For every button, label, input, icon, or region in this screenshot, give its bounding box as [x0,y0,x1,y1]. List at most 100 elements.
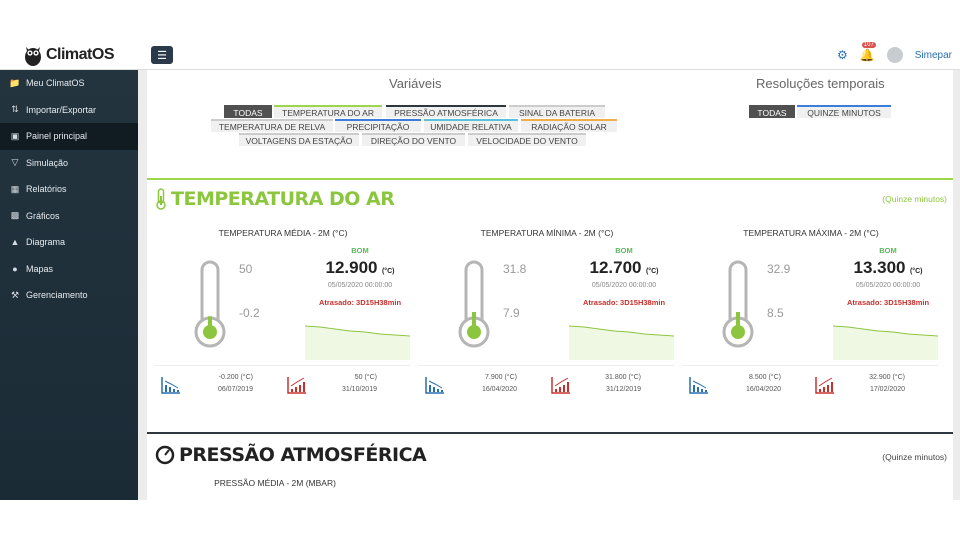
sidebar-item-label: Meu ClimatOS [26,78,85,89]
variable-chip[interactable]: TEMPERATURA DO AR [274,105,382,118]
hamburger-icon: ☰ [157,49,167,62]
max-record-number: 31.800 [605,374,627,381]
min-history-chart-icon[interactable] [161,376,181,394]
owl-logo-icon [24,47,41,66]
sidebar-item-mapas[interactable]: ● Mapas [0,256,138,283]
current-value: 12.900 (°C) [305,258,415,278]
brand-name: ClimatOS [45,46,115,63]
sparkline-chart[interactable] [305,322,410,360]
variable-chip[interactable]: DIREÇÃO DO VENTO [362,133,465,146]
variable-chip[interactable]: TEMPERATURA DE RELVA [211,119,333,132]
current-value: 13.300 (°C) [833,258,943,278]
sidebar-item-gerenciamento[interactable]: ⚒ Gerenciamento [0,282,138,309]
thermometer-gauge [458,260,490,348]
sidebar-item-diagrama[interactable]: ▲ Diagrama [0,229,138,256]
settings-gear-icon[interactable]: ⚙ [837,48,848,62]
variable-chip[interactable]: PRECIPITAÇÃO [335,119,421,132]
variable-chip[interactable]: VOLTAGENS DA ESTAÇÃO [239,133,359,146]
variable-chip[interactable]: PRESSÃO ATMOSFÉRICA [386,105,506,118]
temperature-section: TEMPERATURA DO AR (Quinze minutos) TEMPE… [147,178,953,460]
temperature-card: TEMPERATURA MÍNIMA - 2M (°C) 31.8 7.9 BOM 12… [419,220,675,406]
max-history-chart-icon[interactable] [551,376,571,394]
notification-bell-icon[interactable]: 🔔 107 [860,42,876,62]
min-record-number: 8.500 [748,374,767,381]
temperature-resolution: (Quinze minutos) [882,194,947,204]
sidebar-item-importar-exportar[interactable]: ⇅ Importar/Exportar [0,97,138,124]
resolution-chip[interactable]: TODAS [749,105,795,118]
variable-chip[interactable]: SINAL DA BATERIA [509,105,605,118]
sidebar-item-label: Gráficos [26,210,60,221]
min-record-date: 06/07/2019 [217,386,253,393]
current-value-unit: (°C) [909,268,923,275]
sidebar-item-relat-rios[interactable]: ▦ Relatórios [0,176,138,203]
menu-toggle-button[interactable]: ☰ [151,46,173,64]
sparkline-chart[interactable] [569,322,674,360]
pressure-title-text: PRESSÃO ATMOSFÉRICA [179,444,427,466]
max-record-unit: (°C) [628,374,641,381]
max-record-value: 50 (°C) [327,374,377,381]
max-record-unit: (°C) [364,374,377,381]
card-footer: 7.900 (°C) 16/04/2020 31.800 (°C) 31/12/201… [419,365,675,407]
monitor-icon: ▣ [10,130,20,141]
sidebar-item-gr-ficos[interactable]: ▩ Gráficos [0,203,138,230]
reading-timestamp: 05/05/2020 00:00:00 [855,282,921,289]
variable-chip[interactable]: RADIAÇÃO SOLAR [521,119,617,132]
delay-warning: Atrasado: 3D15H38min [318,298,402,307]
reading-timestamp: 05/05/2020 00:00:00 [327,282,393,289]
sidebar-item-label: Gerenciamento [26,290,88,301]
min-record-number: -0.200 [218,374,239,381]
user-name[interactable]: Simepar [915,50,952,61]
min-record-unit: (°C) [768,374,781,381]
max-record-date: 17/02/2020 [869,386,905,393]
sidebar-item-meu-climatos[interactable]: 📁 Meu ClimatOS [0,70,138,97]
gauge-max-label: 31.8 [503,262,527,276]
pressure-resolution: (Quinze minutos) [882,452,947,462]
sidebar-item-simula-o[interactable]: ▽ Simulação [0,150,138,177]
min-record-value: 8.500 (°C) [731,374,781,381]
max-record-date: 31/12/2019 [605,386,641,393]
status-badge: BOM [879,246,897,255]
sidebar-item-label: Painel principal [26,131,88,142]
max-record-number: 32.900 [869,374,891,381]
min-history-chart-icon[interactable] [689,376,709,394]
sidebar-item-label: Mapas [26,263,54,274]
variable-chip[interactable]: UMIDADE RELATIVA [424,119,518,132]
min-history-chart-icon[interactable] [425,376,445,394]
thermometer-gauge [722,260,754,348]
brand-logo[interactable]: ClimatOS [0,40,138,70]
status-badge: BOM [351,246,369,255]
notification-badge: 107 [861,42,876,48]
thermometer-icon [156,188,166,210]
max-record-value: 32.900 (°C) [855,374,905,381]
wrench-icon: ⚒ [10,289,20,300]
resolution-chip[interactable]: QUINZE MINUTOS [797,105,891,118]
max-record-value: 31.800 (°C) [591,374,641,381]
top-bar: ClimatOS ☰ ⚙ 🔔 107 Simepar [0,40,960,70]
card-title: TEMPERATURA MÉDIA - 2M (°C) [218,228,348,238]
sidebar-item-painel-principal[interactable]: ▣ Painel principal [0,123,138,150]
max-history-chart-icon[interactable] [287,376,307,394]
card-footer: -0.200 (°C) 06/07/2019 50 (°C) 31/10/2019 [155,365,411,407]
max-history-chart-icon[interactable] [815,376,835,394]
sitemap-icon: ▲ [10,237,20,248]
folder-icon: 📁 [9,77,21,88]
min-record-value: 7.900 (°C) [467,374,517,381]
gauge-min-label: 8.5 [767,306,784,320]
filter-icon: ▽ [11,157,19,168]
resolutions-heading: Resoluções temporais [756,76,885,91]
variable-chip[interactable]: VELOCIDADE DO VENTO [468,133,586,146]
min-record-date: 16/04/2020 [481,386,517,393]
user-avatar[interactable] [886,47,903,63]
sidebar-item-label: Relatórios [26,184,67,195]
current-value-number: 12.700 [589,258,642,277]
reading-timestamp: 05/05/2020 00:00:00 [591,282,657,289]
gauge-max-label: 50 [239,262,253,276]
globe-icon: ● [12,263,18,274]
current-value-number: 13.300 [853,258,906,277]
current-value: 12.700 (°C) [569,258,679,278]
sparkline-chart[interactable] [833,322,938,360]
pressure-section: PRESSÃO ATMOSFÉRICA (Quinze minutos) PRE… [147,432,953,500]
gauge-min-label: 7.9 [503,306,520,320]
variable-chip[interactable]: TODAS [224,105,272,118]
current-value-number: 12.900 [325,258,378,277]
